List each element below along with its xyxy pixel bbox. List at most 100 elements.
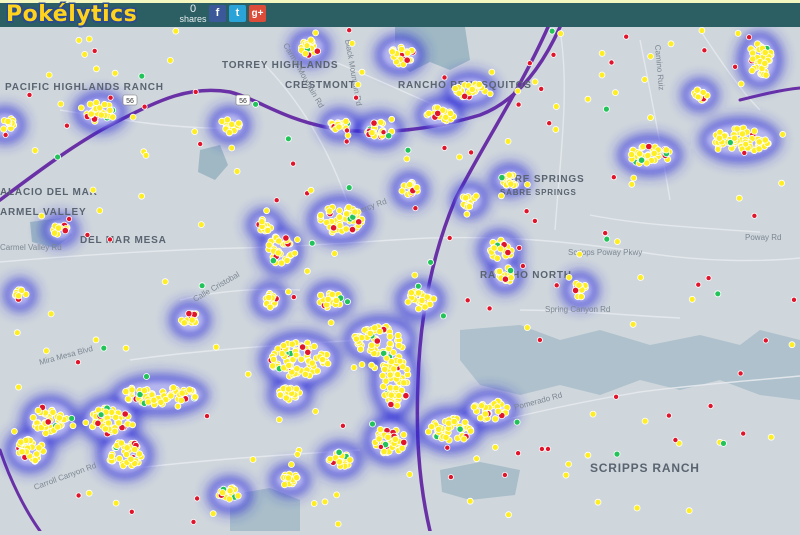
common-marker[interactable]: [386, 332, 394, 341]
common-marker[interactable]: [18, 448, 26, 456]
site-logo[interactable]: Pokélytics: [6, 2, 137, 27]
common-marker[interactable]: [326, 455, 334, 463]
rare-marker[interactable]: [75, 359, 82, 366]
rare-marker[interactable]: [403, 56, 411, 64]
rare-marker[interactable]: [84, 231, 91, 238]
common-marker[interactable]: [31, 147, 39, 154]
common-marker[interactable]: [393, 401, 401, 410]
common-marker[interactable]: [400, 431, 408, 439]
common-marker[interactable]: [425, 109, 433, 118]
rare-marker[interactable]: [441, 144, 448, 151]
common-marker[interactable]: [486, 90, 494, 98]
common-marker[interactable]: [354, 81, 362, 88]
common-marker[interactable]: [312, 29, 320, 37]
common-marker[interactable]: [475, 80, 483, 89]
common-marker[interactable]: [375, 435, 383, 443]
common-marker[interactable]: [111, 427, 119, 435]
rare-marker[interactable]: [550, 51, 557, 58]
rare-marker[interactable]: [121, 410, 129, 418]
common-marker[interactable]: [292, 473, 301, 482]
uncommon-marker[interactable]: [308, 239, 316, 247]
common-marker[interactable]: [265, 293, 273, 302]
common-marker[interactable]: [749, 55, 757, 63]
common-marker[interactable]: [172, 27, 180, 35]
rare-marker[interactable]: [94, 419, 102, 427]
common-marker[interactable]: [368, 341, 376, 349]
rare-marker[interactable]: [519, 262, 526, 269]
common-marker[interactable]: [335, 458, 343, 466]
common-marker[interactable]: [312, 407, 319, 415]
common-marker[interactable]: [598, 71, 606, 79]
common-marker[interactable]: [122, 387, 130, 396]
rare-marker[interactable]: [610, 174, 617, 181]
common-marker[interactable]: [589, 410, 597, 418]
common-marker[interactable]: [460, 435, 468, 443]
rare-marker[interactable]: [63, 122, 70, 129]
common-marker[interactable]: [335, 213, 344, 221]
common-marker[interactable]: [749, 49, 757, 57]
uncommon-marker[interactable]: [513, 418, 521, 426]
rare-marker[interactable]: [434, 109, 442, 118]
common-marker[interactable]: [106, 106, 114, 114]
rare-marker[interactable]: [672, 436, 679, 443]
common-marker[interactable]: [140, 386, 149, 395]
rare-marker[interactable]: [464, 297, 471, 304]
rare-marker[interactable]: [373, 337, 381, 345]
uncommon-marker[interactable]: [198, 282, 206, 290]
common-marker[interactable]: [514, 87, 522, 95]
common-marker[interactable]: [552, 103, 560, 110]
common-marker[interactable]: [767, 433, 775, 441]
rare-marker[interactable]: [468, 149, 475, 156]
common-marker[interactable]: [33, 450, 41, 458]
uncommon-marker[interactable]: [498, 174, 506, 182]
rare-marker[interactable]: [91, 47, 98, 54]
common-marker[interactable]: [414, 305, 423, 313]
common-marker[interactable]: [468, 85, 476, 94]
common-marker[interactable]: [293, 365, 301, 373]
uncommon-marker[interactable]: [714, 290, 722, 298]
rare-marker[interactable]: [441, 74, 448, 81]
rare-marker[interactable]: [623, 33, 630, 40]
common-marker[interactable]: [235, 119, 243, 127]
common-marker[interactable]: [225, 129, 234, 137]
rare-marker[interactable]: [66, 215, 73, 222]
uncommon-marker[interactable]: [54, 153, 61, 161]
rare-marker[interactable]: [791, 296, 798, 303]
common-marker[interactable]: [734, 30, 742, 37]
common-marker[interactable]: [738, 130, 747, 138]
common-marker[interactable]: [598, 50, 606, 57]
common-marker[interactable]: [434, 425, 443, 433]
common-marker[interactable]: [394, 370, 402, 379]
common-marker[interactable]: [575, 281, 583, 289]
common-marker[interactable]: [351, 208, 359, 216]
common-marker[interactable]: [292, 351, 300, 359]
common-marker[interactable]: [131, 445, 139, 454]
common-marker[interactable]: [404, 298, 412, 306]
common-marker[interactable]: [274, 249, 282, 257]
common-marker[interactable]: [414, 289, 423, 297]
common-marker[interactable]: [358, 361, 366, 368]
common-marker[interactable]: [233, 167, 241, 175]
rare-marker[interactable]: [26, 91, 33, 98]
common-marker[interactable]: [430, 295, 438, 303]
common-marker[interactable]: [301, 370, 309, 378]
common-marker[interactable]: [446, 109, 455, 118]
common-marker[interactable]: [0, 125, 8, 133]
rare-marker[interactable]: [44, 418, 52, 426]
common-marker[interactable]: [284, 288, 292, 296]
common-marker[interactable]: [258, 218, 266, 226]
rare-marker[interactable]: [444, 444, 451, 451]
uncommon-marker[interactable]: [613, 450, 621, 458]
common-marker[interactable]: [737, 80, 745, 88]
common-marker[interactable]: [212, 343, 220, 351]
common-marker[interactable]: [342, 117, 350, 126]
common-marker[interactable]: [45, 71, 53, 79]
rare-marker[interactable]: [290, 160, 297, 167]
common-marker[interactable]: [694, 93, 702, 101]
rare-marker[interactable]: [313, 47, 321, 55]
common-marker[interactable]: [358, 68, 366, 76]
uncommon-marker[interactable]: [456, 425, 464, 433]
common-marker[interactable]: [384, 433, 392, 441]
rare-marker[interactable]: [107, 236, 114, 243]
rare-marker[interactable]: [298, 343, 307, 351]
